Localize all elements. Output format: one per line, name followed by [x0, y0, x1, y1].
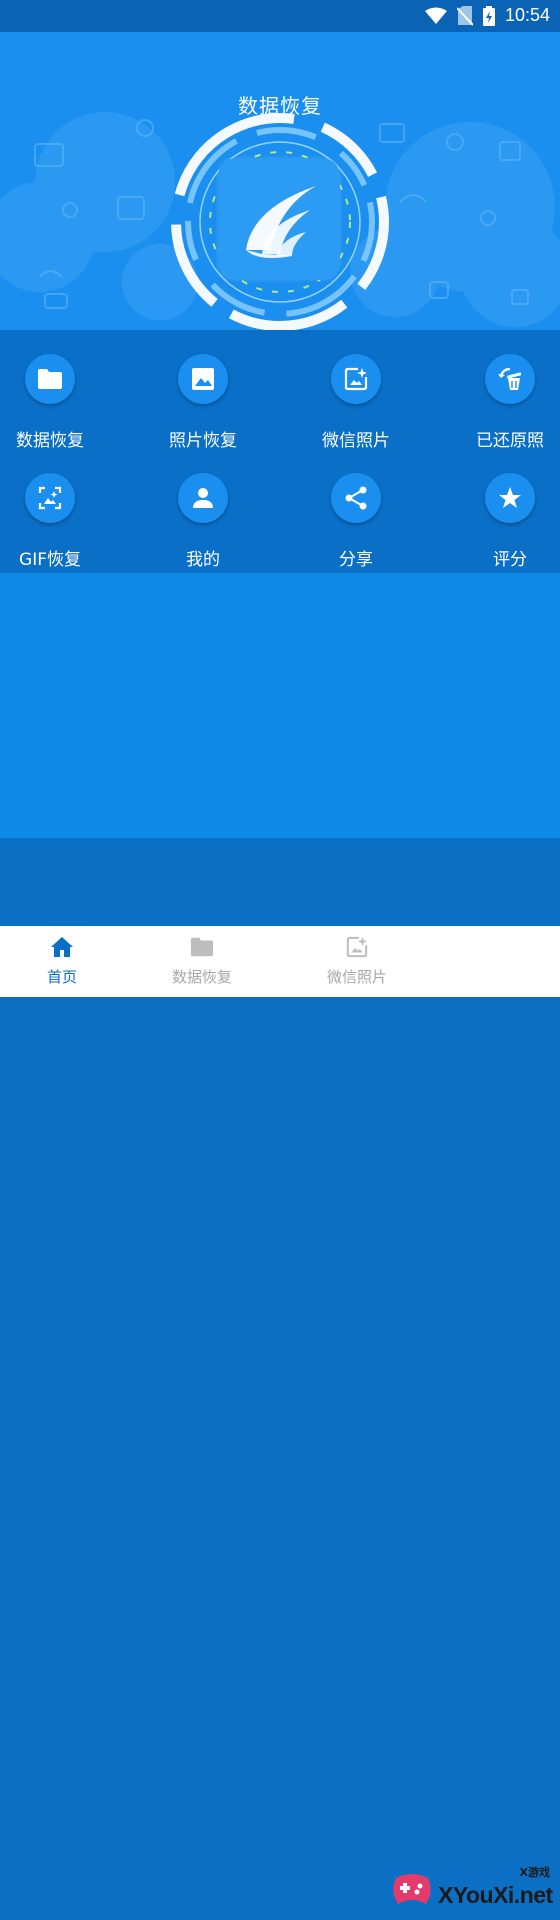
- menu-item-gif-recovery[interactable]: GIF恢复: [0, 449, 120, 570]
- menu-label: 微信照片: [322, 431, 390, 451]
- folder-icon: [190, 937, 214, 957]
- gamepad-logo-icon: [393, 1874, 431, 1904]
- home-icon: [51, 937, 73, 957]
- bottom-navigation: 首页 数据恢复 微信照片 X游戏 XYouXi.net: [0, 926, 560, 1908]
- content-footer-strip: [0, 838, 560, 926]
- content-area: [0, 573, 560, 838]
- menu-item-mine[interactable]: 我的: [133, 449, 273, 570]
- menu-label: 评分: [493, 550, 527, 570]
- share-icon: [345, 486, 367, 510]
- menu-icon-circle: [178, 473, 228, 523]
- nav-tab-data-recovery[interactable]: 数据恢复: [132, 926, 272, 997]
- menu-item-share[interactable]: 分享: [286, 449, 426, 570]
- sparkle-photo-icon: [346, 936, 368, 958]
- menu-icon-circle: [178, 354, 228, 404]
- watermark: X游戏 XYouXi.net: [386, 1860, 556, 1920]
- image-icon: [192, 368, 214, 390]
- no-sim-icon: [456, 5, 473, 26]
- menu-label: 照片恢复: [169, 431, 237, 451]
- status-icons: 10:54: [424, 5, 550, 26]
- nav-label: 微信照片: [326, 968, 387, 986]
- menu-icon-circle: [25, 473, 75, 523]
- menu-icon-circle: [485, 473, 535, 523]
- feature-menu: 数据恢复 照片恢复 微信照片 已还原照 GIF恢复 我的 分享 评分: [0, 330, 560, 573]
- menu-label: 我的: [186, 550, 220, 570]
- person-icon: [193, 488, 213, 508]
- watermark-brand: XYouXi.net: [438, 1882, 553, 1908]
- star-icon: [499, 487, 521, 508]
- menu-item-data-recovery[interactable]: 数据恢复: [0, 330, 120, 451]
- menu-icon-circle: [331, 354, 381, 404]
- menu-icon-circle: [331, 473, 381, 523]
- menu-label: GIF恢复: [19, 550, 81, 570]
- menu-item-photo-recovery[interactable]: 照片恢复: [133, 330, 273, 451]
- wifi-icon: [424, 7, 447, 24]
- nav-label: 首页: [46, 968, 77, 986]
- battery-icon: [482, 5, 495, 26]
- nav-label: 数据恢复: [171, 968, 232, 986]
- folder-icon: [38, 369, 62, 389]
- menu-icon-circle: [25, 354, 75, 404]
- nav-tab-home[interactable]: 首页: [0, 926, 132, 997]
- status-bar: 10:54: [0, 0, 560, 32]
- watermark-small-text: X游戏: [519, 1866, 550, 1879]
- sparkle-photo-icon: [344, 367, 368, 391]
- menu-icon-circle: [485, 354, 535, 404]
- status-time: 10:54: [504, 5, 550, 25]
- nav-tab-wechat-photos[interactable]: 微信照片: [287, 926, 427, 997]
- restore-trash-icon: [498, 367, 522, 390]
- gif-image-icon: [38, 486, 62, 510]
- hero-banner: 数据恢复: [0, 32, 560, 330]
- menu-label: 数据恢复: [16, 431, 84, 451]
- app-logo-icon: [218, 158, 340, 280]
- menu-item-restored-photos[interactable]: 已还原照: [440, 330, 560, 451]
- menu-label: 已还原照: [476, 431, 544, 451]
- menu-item-rate[interactable]: 评分: [440, 449, 560, 570]
- menu-label: 分享: [339, 550, 373, 570]
- menu-item-wechat-photos[interactable]: 微信照片: [286, 330, 426, 451]
